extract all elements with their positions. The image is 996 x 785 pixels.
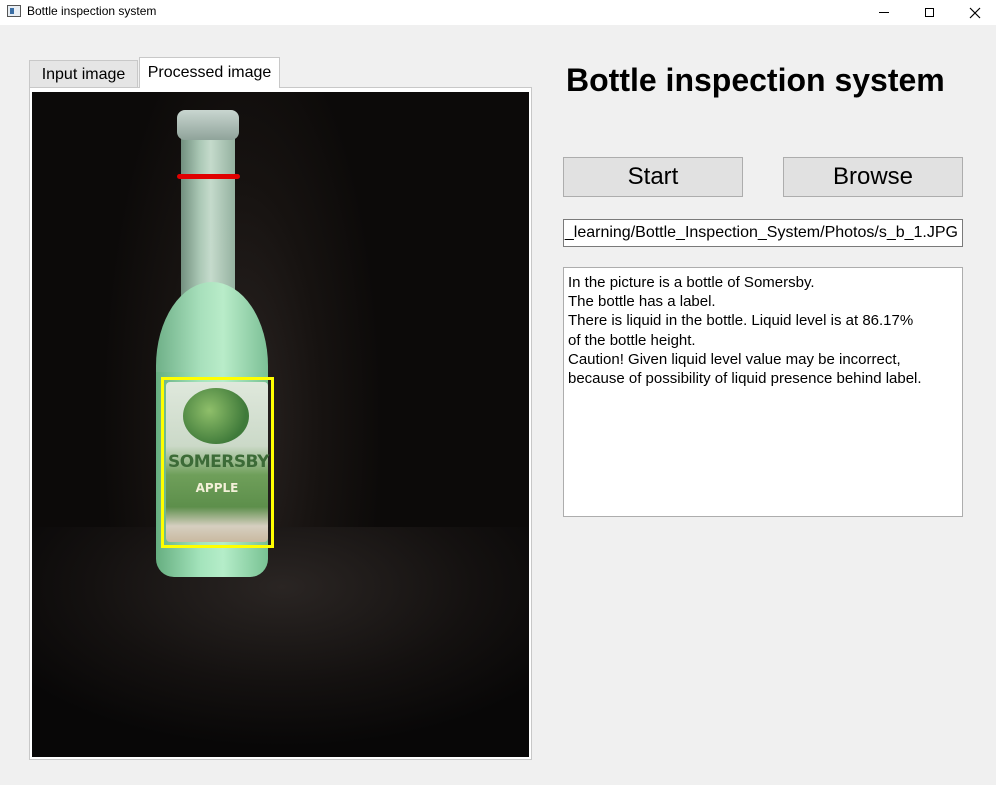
start-button[interactable]: Start <box>563 157 743 197</box>
minimize-icon <box>879 12 889 13</box>
result-line: The bottle has a label. <box>568 293 716 311</box>
maximize-icon <box>924 8 934 17</box>
close-icon <box>969 7 981 18</box>
tab-processed-image[interactable]: Processed image <box>139 57 280 88</box>
background-cloth <box>32 527 529 757</box>
app-icon <box>7 5 21 17</box>
file-path-text: n_learning/Bottle_Inspection_System/Phot… <box>563 224 958 241</box>
title-bar: Bottle inspection system <box>0 0 996 25</box>
liquid-level-line <box>177 174 240 179</box>
window-title: Bottle inspection system <box>27 4 157 18</box>
tab-input-image[interactable]: Input image <box>29 60 138 88</box>
file-path-field[interactable]: n_learning/Bottle_Inspection_System/Phot… <box>563 219 963 247</box>
result-line: There is liquid in the bottle. Liquid le… <box>568 312 914 330</box>
label-detection-box <box>161 377 274 548</box>
processed-image: SOMERSBY APPLE <box>32 92 529 757</box>
browse-button[interactable]: Browse <box>783 157 963 197</box>
result-line: because of possibility of liquid presenc… <box>568 370 922 388</box>
result-line: of the bottle height. <box>568 331 696 349</box>
minimize-button[interactable] <box>861 0 907 25</box>
bottle-mouth <box>177 110 239 140</box>
result-line: In the picture is a bottle of Somersby. <box>568 274 815 291</box>
close-button[interactable] <box>952 0 996 25</box>
page-title: Bottle inspection system <box>566 62 945 98</box>
result-line: Caution! Given liquid level value may be… <box>568 350 901 368</box>
result-text-area[interactable]: In the picture is a bottle of Somersby. … <box>563 267 963 517</box>
maximize-button[interactable] <box>906 0 952 25</box>
